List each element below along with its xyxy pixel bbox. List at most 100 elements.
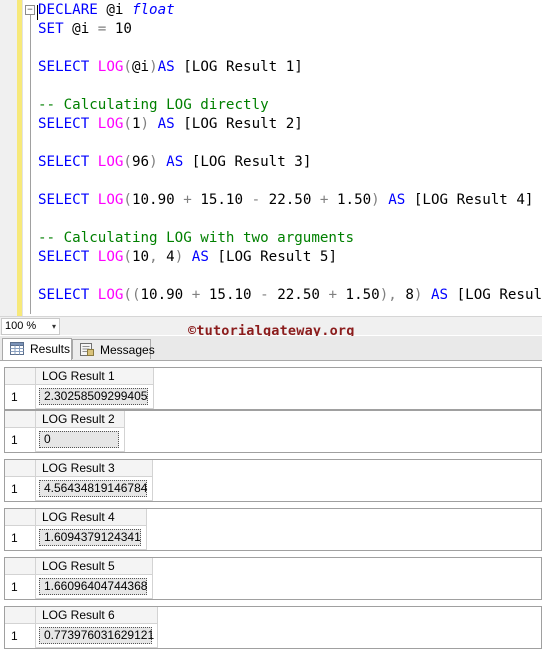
column-header[interactable]: LOG Result 6 — [36, 607, 158, 624]
row-header[interactable]: 1 — [5, 428, 36, 452]
code-line[interactable]: SELECT LOG((10.90 + 15.10 - 22.50 + 1.50… — [38, 286, 542, 305]
code-token: ( — [123, 116, 132, 132]
code-token: -- Calculating LOG with two arguments — [38, 230, 355, 246]
code-token: ), — [379, 287, 406, 303]
chevron-down-icon: ▾ — [51, 322, 56, 331]
result-grid-3[interactable]: LOG Result 3 1 4.56434819146784 — [4, 459, 542, 502]
code-token: ( — [123, 192, 132, 208]
code-token: ) — [149, 154, 167, 170]
column-header[interactable]: LOG Result 4 — [36, 509, 147, 526]
code-token: SELECT — [38, 116, 98, 132]
grid-corner — [5, 368, 36, 385]
code-token: SELECT — [38, 287, 98, 303]
cell-value: 0.773976031629121 — [39, 627, 154, 644]
code-token: SELECT — [38, 192, 98, 208]
result-grid-4[interactable]: LOG Result 4 1 1.6094379124341 — [4, 508, 542, 551]
code-token: - — [251, 192, 269, 208]
code-token: 10 — [131, 249, 150, 265]
code-token: 96 — [131, 154, 150, 170]
code-token: 22.50 — [268, 192, 320, 208]
code-token: + — [328, 287, 346, 303]
code-line[interactable]: -- Calculating LOG with two arguments — [38, 229, 542, 248]
change-tracking-bar — [17, 0, 22, 316]
code-token: [LOG Result 5] — [217, 249, 338, 265]
code-line[interactable]: SELECT LOG(1) AS [LOG Result 2] — [38, 115, 542, 134]
code-token: 15.10 — [200, 192, 252, 208]
code-token: AS — [157, 116, 184, 132]
code-token: LOG — [97, 192, 124, 208]
grid-corner — [5, 460, 36, 477]
code-token: @i — [72, 21, 98, 37]
code-line[interactable]: SET @i = 10 — [38, 20, 542, 39]
code-line[interactable] — [38, 134, 542, 153]
result-grid-1[interactable]: LOG Result 1 1 2.30258509299405 — [4, 367, 542, 410]
grid-cell[interactable]: 2.30258509299405 — [36, 385, 154, 409]
cell-value: 0 — [39, 431, 119, 448]
tab-results-label: Results — [30, 342, 71, 356]
code-token: SET — [38, 21, 73, 37]
code-token: 10.90 — [131, 192, 184, 208]
code-token: + — [191, 287, 209, 303]
code-line[interactable] — [38, 77, 542, 96]
code-line[interactable]: -- Calculating LOG directly — [38, 96, 542, 115]
zoom-value: 100 % — [5, 320, 37, 332]
row-header[interactable]: 1 — [5, 575, 36, 599]
row-header[interactable]: 1 — [5, 624, 36, 648]
row-header[interactable]: 1 — [5, 477, 36, 501]
column-header[interactable]: LOG Result 1 — [36, 368, 154, 385]
code-line[interactable]: SELECT LOG(10.90 + 15.10 - 22.50 + 1.50)… — [38, 191, 542, 210]
grid-cell[interactable]: 0.773976031629121 — [36, 624, 158, 648]
code-line[interactable] — [38, 210, 542, 229]
cell-value: 4.56434819146784 — [39, 480, 147, 497]
row-header[interactable]: 1 — [5, 385, 36, 409]
result-grid-2[interactable]: LOG Result 2 1 0 — [4, 410, 542, 453]
code-token: LOG — [97, 154, 124, 170]
tab-messages[interactable]: Messages — [72, 339, 155, 359]
code-token: SELECT — [38, 59, 98, 75]
code-token: 8 — [405, 287, 414, 303]
code-line[interactable] — [38, 172, 542, 191]
grid-corner — [5, 558, 36, 575]
code-token: AS — [157, 59, 184, 75]
code-line[interactable]: DECLARE @i float — [38, 1, 542, 20]
code-token: DECLARE — [38, 2, 107, 18]
grid-cell[interactable]: 0 — [36, 428, 125, 452]
code-token: @i — [131, 59, 150, 75]
cell-value: 2.30258509299405 — [39, 388, 148, 405]
grid-corner — [5, 607, 36, 624]
code-token: ) — [174, 249, 192, 265]
grid-cell[interactable]: 4.56434819146784 — [36, 477, 153, 501]
code-token: = — [97, 21, 115, 37]
code-token: + — [183, 192, 201, 208]
row-header[interactable]: 1 — [5, 526, 36, 550]
code-line[interactable]: SELECT LOG(10, 4) AS [LOG Result 5] — [38, 248, 542, 267]
code-line[interactable] — [38, 39, 542, 58]
result-grid-5[interactable]: LOG Result 5 1 1.66096404744368 — [4, 557, 542, 600]
collapse-toggle-icon[interactable]: − — [25, 5, 35, 15]
query-editor[interactable]: − DECLARE @i float SET @i = 10 SELECT LOG… — [0, 0, 542, 316]
code-line[interactable] — [38, 267, 542, 286]
zoom-dropdown[interactable]: 100 % ▾ — [1, 318, 60, 335]
column-header[interactable]: LOG Result 5 — [36, 558, 153, 575]
code-token: ) — [140, 116, 158, 132]
grid-corner — [5, 411, 36, 428]
column-header[interactable]: LOG Result 2 — [36, 411, 125, 428]
code-token: 1.50 — [337, 192, 372, 208]
column-header[interactable]: LOG Result 3 — [36, 460, 153, 477]
code-token: ( — [123, 249, 132, 265]
sql-code[interactable]: DECLARE @i float SET @i = 10 SELECT LOG(@… — [38, 1, 542, 305]
cell-value: 1.66096404744368 — [39, 578, 147, 595]
result-grid-6[interactable]: LOG Result 6 1 0.773976031629121 — [4, 606, 542, 649]
grid-cell[interactable]: 1.66096404744368 — [36, 575, 153, 599]
code-line[interactable]: SELECT LOG(@i)AS [LOG Result 1] — [38, 58, 542, 77]
code-line[interactable]: SELECT LOG(96) AS [LOG Result 3] — [38, 153, 542, 172]
code-token: [LOG Result 6] — [456, 287, 542, 303]
grid-cell[interactable]: 1.6094379124341 — [36, 526, 147, 550]
code-token: ( — [123, 154, 132, 170]
tab-results[interactable]: Results — [2, 338, 72, 360]
code-token: [LOG Result 4] — [413, 192, 534, 208]
code-token: + — [319, 192, 337, 208]
code-token: 1.50 — [345, 287, 380, 303]
code-token: LOG — [97, 116, 124, 132]
code-token: float — [131, 2, 175, 18]
